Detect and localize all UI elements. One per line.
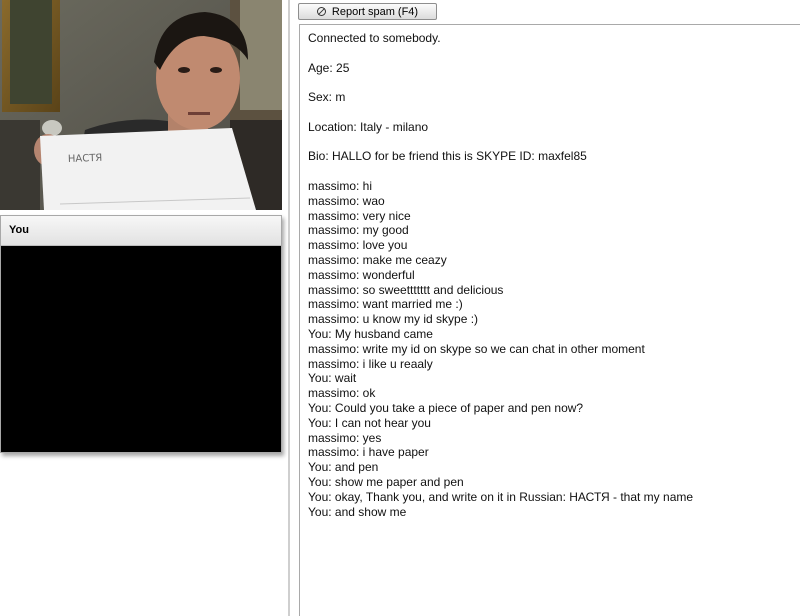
- chat-message: massimo: wonderful: [308, 267, 415, 282]
- chat-message: massimo: ok: [308, 386, 376, 401]
- chat-message: massimo: write my id on skype so we can …: [308, 341, 645, 356]
- chat-message: You: and pen: [308, 460, 379, 475]
- chat-message: You: okay, Thank you, and write on it in…: [308, 489, 694, 504]
- chat-message: massimo: u know my id skype :): [308, 312, 479, 327]
- chat-message: massimo: wao: [308, 193, 385, 208]
- chat-message: massimo: want married me :): [308, 297, 463, 312]
- own-video-title: You: [1, 216, 281, 246]
- column-divider: [288, 0, 290, 616]
- report-spam-button[interactable]: Report spam (F4): [298, 3, 437, 20]
- connection-status: Connected to somebody.: [308, 31, 441, 45]
- chat-message: massimo: hi: [308, 178, 373, 193]
- report-spam-label: Report spam (F4): [331, 5, 419, 18]
- chat-message: massimo: i have paper: [308, 445, 429, 460]
- stranger-sex: Sex: m: [308, 90, 346, 105]
- paper-text: НАСТЯ: [68, 153, 103, 165]
- chat-message: massimo: my good: [308, 223, 409, 238]
- chat-message: massimo: love you: [308, 238, 408, 253]
- stranger-video-image: НАСТЯ: [0, 0, 282, 210]
- ban-icon: [316, 7, 326, 16]
- chat-message: You: My husband came: [308, 326, 433, 341]
- stranger-age: Age: 25: [308, 60, 350, 75]
- chat-message: massimo: yes: [308, 430, 382, 445]
- chat-message: You: and show me: [308, 504, 407, 519]
- chat-message: massimo: so sweettttttt and delicious: [308, 282, 504, 297]
- chat-message: You: wait: [308, 371, 357, 386]
- chat-message: You: show me paper and pen: [308, 474, 464, 489]
- chat-message: You: I can not hear you: [308, 415, 431, 430]
- stranger-video: НАСТЯ: [0, 0, 282, 210]
- chat-log[interactable]: Connected to somebody. Age: 25 Sex: m Lo…: [299, 24, 800, 616]
- own-video-panel: You: [0, 215, 282, 453]
- chat-message: massimo: make me ceazy: [308, 252, 447, 267]
- chat-message: You: Could you take a piece of paper and…: [308, 400, 584, 415]
- stranger-bio: Bio: HALLO for be friend this is SKYPE I…: [308, 149, 587, 164]
- stranger-location: Location: Italy - milano: [308, 119, 429, 134]
- message-list: massimo: hi massimo: wao massimo: very nic…: [308, 179, 792, 519]
- chat-message: massimo: very nice: [308, 208, 411, 223]
- chat-message: massimo: i like u reaaly: [308, 356, 433, 371]
